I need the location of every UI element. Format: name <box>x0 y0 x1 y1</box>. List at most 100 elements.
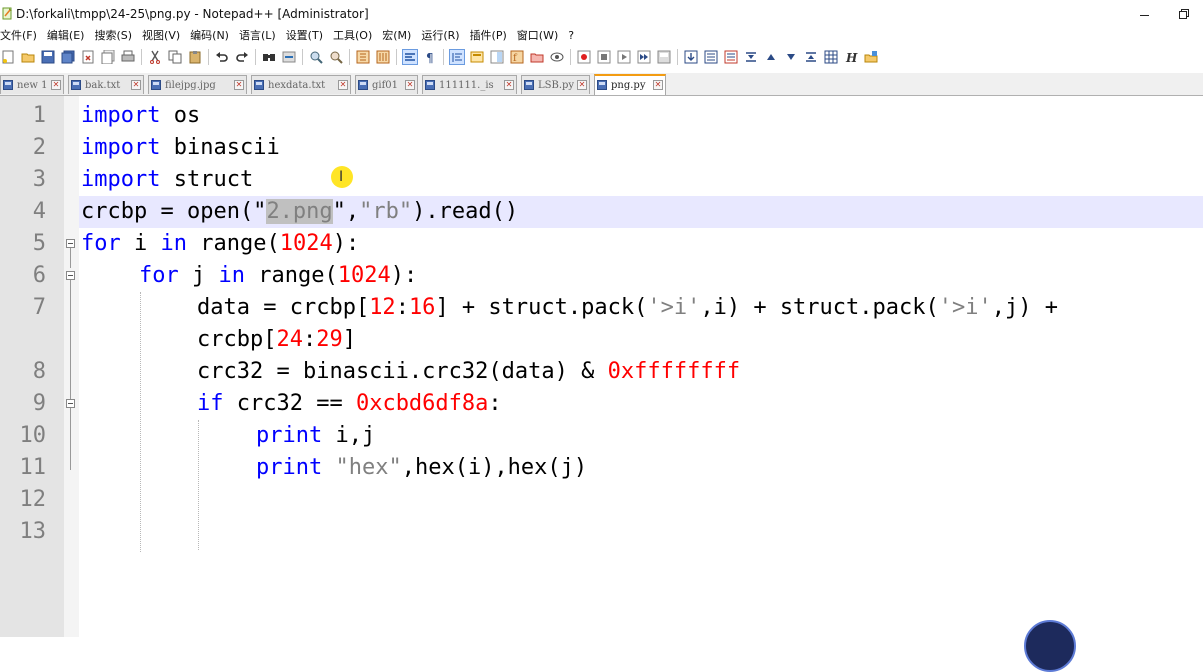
fold-margin[interactable] <box>64 96 79 637</box>
tab-close-icon[interactable]: ✕ <box>653 80 663 90</box>
tab-lsb-py[interactable]: LSB.py ✕ <box>521 75 590 94</box>
menu-window[interactable]: 窗口(W) <box>517 28 558 45</box>
fold-line <box>70 280 71 404</box>
tab-gif01[interactable]: gif01 ✕ <box>355 75 418 94</box>
tab-close-icon[interactable]: ✕ <box>405 80 415 90</box>
menu-macro[interactable]: 宏(M) <box>382 28 411 45</box>
find-icon[interactable] <box>261 49 277 65</box>
folder-workspace-icon[interactable] <box>529 49 545 65</box>
hex-h-icon[interactable]: H <box>843 49 859 65</box>
menu-language[interactable]: 语言(L) <box>239 28 276 45</box>
menu-encoding[interactable]: 编码(N) <box>190 28 229 45</box>
play-macro-icon[interactable] <box>616 49 632 65</box>
save-icon[interactable] <box>40 49 56 65</box>
doc-map-icon[interactable] <box>489 49 505 65</box>
undo-icon[interactable] <box>214 49 230 65</box>
redo-icon[interactable] <box>234 49 250 65</box>
line-number: 1 <box>32 103 46 128</box>
navigate-last-icon[interactable] <box>803 49 819 65</box>
tab-filejpg[interactable]: filejpg.jpg ✕ <box>148 75 247 94</box>
tab-close-icon[interactable]: ✕ <box>504 80 514 90</box>
menu-settings[interactable]: 设置(T) <box>286 28 323 45</box>
code-line-5[interactable]: for i in range(1024): <box>81 228 359 260</box>
code-line-9[interactable]: if crc32 == 0xcbd6df8a: <box>197 388 502 420</box>
stop-record-icon[interactable] <box>596 49 612 65</box>
record-macro-icon[interactable] <box>576 49 592 65</box>
close-icon[interactable] <box>80 49 96 65</box>
save-all-icon[interactable] <box>60 49 76 65</box>
title-bar: D:\forkali\tmpp\24-25\png.py - Notepad++… <box>0 0 1203 30</box>
compare-lines-icon[interactable] <box>703 49 719 65</box>
open-file-icon[interactable] <box>20 49 36 65</box>
file-icon <box>358 80 368 90</box>
zoom-in-icon[interactable] <box>308 49 324 65</box>
word-wrap-icon[interactable] <box>402 49 418 65</box>
editor-area[interactable]: 1 2 3 4 5 6 7 8 9 10 11 12 13 import os … <box>0 96 1203 637</box>
tab-111111-is[interactable]: 111111._is ✕ <box>422 75 517 94</box>
indent-guide-icon[interactable] <box>449 49 465 65</box>
tab-close-icon[interactable]: ✕ <box>131 80 141 90</box>
code-line-11[interactable]: print "hex",hex(i),hex(j) <box>256 452 587 484</box>
code-line-1[interactable]: import os <box>81 100 200 132</box>
code-line-3[interactable]: import struct <box>81 164 253 196</box>
line-number: 12 <box>19 487 47 512</box>
replace-icon[interactable] <box>281 49 297 65</box>
copy-icon[interactable] <box>167 49 183 65</box>
indent-guide <box>198 420 199 550</box>
menu-file[interactable]: 文件(F) <box>0 28 37 45</box>
menu-view[interactable]: 视图(V) <box>142 28 180 45</box>
file-icon <box>597 80 607 90</box>
navigate-next-icon[interactable] <box>783 49 799 65</box>
code-line-7[interactable]: data = crcbp[12:16] + struct.pack('>i',i… <box>197 292 1058 324</box>
menu-edit[interactable]: 编辑(E) <box>47 28 85 45</box>
code-line-4[interactable]: crcbp = open("2.png","rb").read() <box>81 196 518 228</box>
fold-toggle-icon[interactable] <box>66 399 75 408</box>
paste-icon[interactable] <box>187 49 203 65</box>
new-file-icon[interactable] <box>0 49 16 65</box>
fold-toggle-icon[interactable] <box>66 239 75 248</box>
text-selection: 2.png <box>266 199 333 224</box>
tab-close-icon[interactable]: ✕ <box>338 80 348 90</box>
close-all-icon[interactable] <box>100 49 116 65</box>
compare-diff-icon[interactable] <box>723 49 739 65</box>
menu-tools[interactable]: 工具(O) <box>333 28 372 45</box>
tab-new-1[interactable]: new 1 ✕ <box>0 75 64 94</box>
user-language-icon[interactable] <box>469 49 485 65</box>
code-line-2[interactable]: import binascii <box>81 132 280 164</box>
compare-icon[interactable] <box>683 49 699 65</box>
navigate-first-icon[interactable] <box>743 49 759 65</box>
code-line-6[interactable]: for j in range(1024): <box>139 260 417 292</box>
restore-button[interactable] <box>1176 6 1192 22</box>
sync-horizontal-icon[interactable] <box>375 49 391 65</box>
tab-png-py[interactable]: png.py ✕ <box>594 74 666 95</box>
code-line-7-wrapped[interactable]: crcbp[24:29] <box>197 324 356 356</box>
menu-run[interactable]: 运行(R) <box>421 28 459 45</box>
fold-line <box>70 248 71 268</box>
tab-label: gif01 <box>372 80 399 91</box>
code-line-10[interactable]: print i,j <box>256 420 375 452</box>
cut-icon[interactable] <box>147 49 163 65</box>
tab-close-icon[interactable]: ✕ <box>577 80 587 90</box>
save-macro-icon[interactable] <box>656 49 672 65</box>
plugin-folder-icon[interactable] <box>863 49 879 65</box>
sync-vertical-icon[interactable] <box>355 49 371 65</box>
settings-grid-icon[interactable] <box>823 49 839 65</box>
svg-text:¶: ¶ <box>426 51 434 64</box>
tab-close-icon[interactable]: ✕ <box>51 80 61 90</box>
zoom-out-icon[interactable] <box>328 49 344 65</box>
tab-bak-txt[interactable]: bak.txt ✕ <box>68 75 144 94</box>
monitoring-icon[interactable] <box>549 49 565 65</box>
function-list-icon[interactable]: f <box>509 49 525 65</box>
menu-help[interactable]: ? <box>568 28 574 45</box>
minimize-button[interactable] <box>1136 6 1152 22</box>
tab-hexdata[interactable]: hexdata.txt ✕ <box>251 75 351 94</box>
print-icon[interactable] <box>120 49 136 65</box>
tab-close-icon[interactable]: ✕ <box>234 80 244 90</box>
menu-search[interactable]: 搜索(S) <box>94 28 132 45</box>
navigate-prev-icon[interactable] <box>763 49 779 65</box>
fold-toggle-icon[interactable] <box>66 271 75 280</box>
play-multiple-icon[interactable] <box>636 49 652 65</box>
show-all-chars-icon[interactable]: ¶ <box>422 49 438 65</box>
menu-plugins[interactable]: 插件(P) <box>470 28 507 45</box>
code-line-8[interactable]: crc32 = binascii.crc32(data) & 0xfffffff… <box>197 356 740 388</box>
